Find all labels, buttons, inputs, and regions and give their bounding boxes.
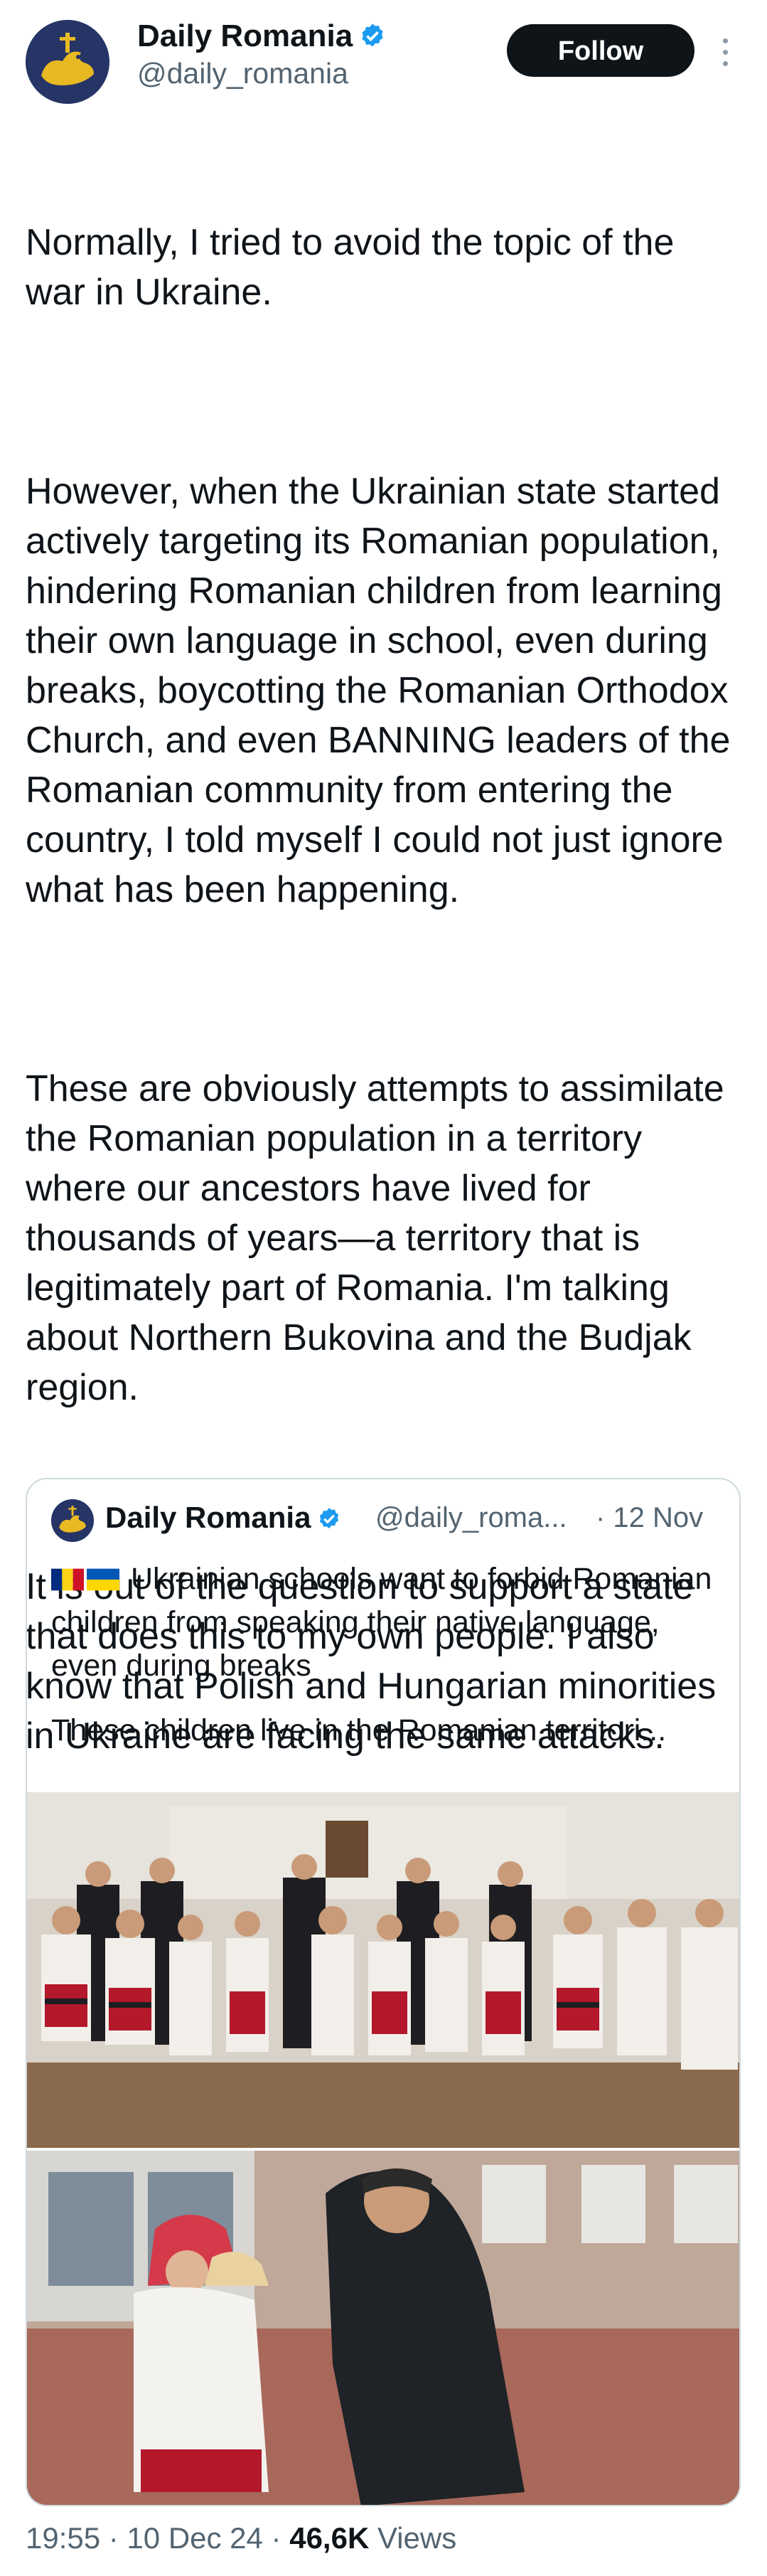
verified-badge-icon bbox=[320, 1508, 339, 1529]
quoted-author-name[interactable]: Daily Romania bbox=[105, 1501, 342, 1535]
verified-badge-icon bbox=[362, 23, 383, 47]
ukraine-flag-icon bbox=[87, 1568, 119, 1591]
tweet-footer: 19:55 · 10 Dec 24 · 46,6K Views bbox=[26, 2521, 456, 2555]
quoted-author-handle[interactable]: @daily_roma... bbox=[375, 1502, 567, 1534]
quoted-text: Ukrainian schools want to forbid Romania… bbox=[51, 1558, 726, 1752]
views-label: Views bbox=[369, 2521, 457, 2555]
views-count: 46,6K bbox=[289, 2521, 370, 2555]
romania-flag-icon bbox=[51, 1568, 84, 1591]
tweet-paragraph: These are obviously attempts to assimila… bbox=[26, 1068, 735, 1408]
quoted-line-1: Ukrainian schools want to forbid Romania… bbox=[51, 1562, 712, 1683]
ceremony-photo-image[interactable] bbox=[27, 2151, 741, 2506]
tweet-paragraph: Normally, I tried to avoid the topic of … bbox=[26, 222, 685, 313]
author-handle[interactable]: @daily_romania bbox=[137, 57, 348, 90]
author-name[interactable]: Daily Romania bbox=[137, 18, 387, 54]
quoted-line-2: These children live in the Romanian terr… bbox=[51, 1713, 667, 1747]
quoted-timestamp[interactable]: · 12 Nov bbox=[596, 1502, 703, 1534]
group-photo-image[interactable] bbox=[27, 1792, 741, 2148]
quoted-avatar[interactable] bbox=[51, 1499, 94, 1542]
tweet-header: Daily Romania @daily_romania Follow bbox=[0, 0, 767, 114]
tweet-paragraph: However, when the Ukrainian state starte… bbox=[26, 471, 741, 910]
tweet-timestamp[interactable]: 19:55 · 10 Dec 24 · bbox=[26, 2521, 289, 2555]
avatar[interactable] bbox=[26, 20, 109, 104]
more-options-icon[interactable] bbox=[714, 31, 736, 74]
follow-button[interactable]: Follow bbox=[507, 24, 694, 77]
quoted-tweet[interactable]: Daily Romania @daily_roma... · 12 Nov Uk… bbox=[26, 1478, 741, 2506]
